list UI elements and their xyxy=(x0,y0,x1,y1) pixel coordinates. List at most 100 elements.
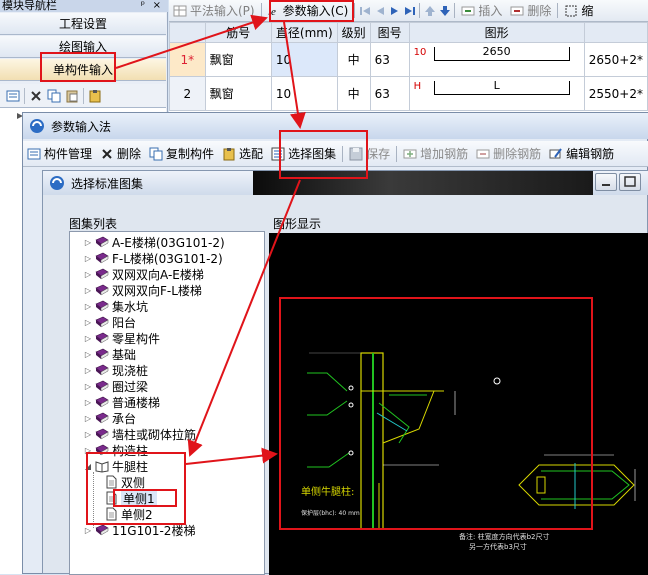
expand-icon[interactable]: ▷ xyxy=(84,350,92,359)
edit-rebar-label: 编辑钢筋 xyxy=(566,147,615,161)
close-icon[interactable]: × xyxy=(153,0,161,12)
expand-icon[interactable]: ▷ xyxy=(84,446,92,455)
tree-label: 双侧 xyxy=(121,475,146,490)
cell-figure[interactable]: 63 xyxy=(369,42,410,77)
pin-icon[interactable]: ᵖ xyxy=(141,0,145,12)
cell-name[interactable]: 飘窗 xyxy=(204,42,272,77)
row-number[interactable]: 2 xyxy=(169,76,206,111)
tree-node[interactable]: ▷ 零星构件 xyxy=(84,330,160,346)
insert-button[interactable]: 插入 xyxy=(457,1,506,21)
col-header[interactable]: 图形 xyxy=(408,22,585,43)
tree-node[interactable]: ▷ 双网双向A-E楼梯 xyxy=(84,266,204,282)
expand-icon[interactable]: ▷ xyxy=(84,238,92,247)
tree-guide-line xyxy=(93,472,94,528)
tree-node[interactable]: ▷ A-E楼梯(03G101-2) xyxy=(84,234,225,250)
expand-icon[interactable]: ▷ xyxy=(84,526,92,535)
corbel-drawing xyxy=(307,352,636,530)
tree-node[interactable]: ▷ 墙柱或砌体拉筋 xyxy=(84,426,196,442)
save-icon xyxy=(349,147,363,160)
expand-icon[interactable]: ▷ xyxy=(84,334,92,343)
tree-node[interactable]: ▷ 圈过梁 xyxy=(84,378,148,394)
match-button[interactable]: 选配 xyxy=(218,143,267,165)
nav-single-member-input[interactable]: 单构件输入 xyxy=(0,59,166,81)
expand-icon[interactable]: ▷ xyxy=(84,430,92,439)
expand-icon[interactable]: ▷ xyxy=(84,366,92,375)
copy-icon[interactable] xyxy=(47,89,61,103)
drawing-canvas[interactable]: 单侧牛腿柱: 保护层(bhc): 40 mm 备注: 柱宽度方向代表b2尺寸 另… xyxy=(269,233,648,575)
tree-leaf[interactable]: 双侧 xyxy=(104,474,145,490)
col-header[interactable]: 直径(mm) xyxy=(270,22,338,43)
tree-node[interactable]: ▷ 构造柱 xyxy=(84,442,148,458)
table-row[interactable]: 2 飘窗 10 中 63 H L 2550+2* xyxy=(169,76,648,111)
collapse-icon[interactable]: ◢ xyxy=(84,462,92,471)
first-icon[interactable] xyxy=(357,3,372,18)
next-icon[interactable] xyxy=(387,3,402,18)
tree-node[interactable]: ▷ 集水坑 xyxy=(84,298,148,314)
col-header[interactable]: 图号 xyxy=(369,22,410,43)
delete-rebar-button[interactable]: 删除钢筋 xyxy=(472,143,545,165)
col-header[interactable]: 筋号 xyxy=(204,22,272,43)
select-atlas-button[interactable]: 选择图集 xyxy=(267,143,340,165)
tree-node[interactable]: ▷ 承台 xyxy=(84,410,136,426)
cell-diameter[interactable]: 10 xyxy=(270,76,338,111)
copy-member-button[interactable]: 复制构件 xyxy=(145,143,218,165)
delete-button[interactable]: 删除 xyxy=(96,143,145,165)
cell-shape[interactable]: 10 2650 xyxy=(408,42,585,77)
cell-name[interactable]: 飘窗 xyxy=(204,76,272,111)
tree-leaf[interactable]: 单侧1 xyxy=(104,489,157,507)
scale-button[interactable]: 缩 xyxy=(560,1,597,21)
tree-node[interactable]: ▷ 阳台 xyxy=(84,314,136,330)
paste-icon[interactable] xyxy=(65,89,79,103)
move-up-icon[interactable] xyxy=(422,3,437,18)
separator xyxy=(354,3,356,18)
expand-icon[interactable]: ▷ xyxy=(84,414,92,423)
prev-icon[interactable] xyxy=(372,3,387,18)
expand-icon[interactable]: ▷ xyxy=(84,382,92,391)
delete-icon[interactable] xyxy=(29,89,43,103)
expand-icon[interactable]: ▷ xyxy=(84,286,92,295)
row-number[interactable]: 1* xyxy=(169,42,206,77)
cell-grade[interactable]: 中 xyxy=(336,76,371,111)
expand-icon[interactable]: ▷ xyxy=(84,398,92,407)
delete-row-button[interactable]: 删除 xyxy=(506,1,555,21)
tree-leaf[interactable]: 单侧2 xyxy=(104,506,153,522)
tree-node[interactable]: ▷ 11G101-2楼梯 xyxy=(84,522,196,538)
member-manage-button[interactable]: 构件管理 xyxy=(23,143,96,165)
tree-node[interactable]: ▷ 现浇桩 xyxy=(84,362,148,378)
expand-icon[interactable]: ▷ xyxy=(84,254,92,263)
save-button[interactable]: 保存 xyxy=(345,143,394,165)
dialog-titlebar[interactable]: 参数输入法 xyxy=(23,113,648,139)
cell-diameter[interactable]: 10 xyxy=(270,42,338,77)
clipboard-icon[interactable] xyxy=(88,89,102,103)
last-icon[interactable] xyxy=(402,3,417,18)
cell-shape[interactable]: H L xyxy=(408,76,585,111)
param-input-button[interactable]: le 参数输入(C) xyxy=(264,1,353,21)
cell-grade[interactable]: 中 xyxy=(336,42,371,77)
cell-figure[interactable]: 63 xyxy=(369,76,410,111)
insert-label: 插入 xyxy=(478,4,503,18)
tree-node[interactable]: ▷ 双网双向F-L楼梯 xyxy=(84,282,202,298)
minimize-button[interactable] xyxy=(595,173,617,191)
col-header[interactable]: 级别 xyxy=(336,22,371,43)
tree-label: 墙柱或砌体拉筋 xyxy=(112,427,197,442)
drawing-note-2: 另一方代表b3尺寸 xyxy=(469,542,527,551)
cell-calc[interactable]: 2650+2* xyxy=(583,42,648,77)
tree-node[interactable]: ▷ F-L楼梯(03G101-2) xyxy=(84,250,223,266)
move-down-icon[interactable] xyxy=(437,3,452,18)
book-icon xyxy=(95,348,109,360)
cell-calc[interactable]: 2550+2* xyxy=(583,76,648,111)
table-row[interactable]: 1* 飘窗 10 中 63 10 2650 2650+2* xyxy=(169,42,648,77)
list-icon[interactable] xyxy=(6,89,20,103)
expand-icon[interactable]: ▷ xyxy=(84,270,92,279)
tree-node[interactable]: ▷ 普通楼梯 xyxy=(84,394,160,410)
expand-icon[interactable]: ▷ xyxy=(84,318,92,327)
add-rebar-button[interactable]: 增加钢筋 xyxy=(399,143,472,165)
plane-input-button[interactable]: 平法输入(P) xyxy=(169,1,259,21)
nav-drawing-input[interactable]: 绘图输入 xyxy=(0,36,166,58)
maximize-button[interactable] xyxy=(619,173,641,191)
edit-rebar-button[interactable]: 编辑钢筋 xyxy=(545,143,618,165)
nav-project-settings[interactable]: 工程设置 xyxy=(0,13,166,35)
dialog-toolbar: 构件管理 删除 复制构件 选配 选择图集 保存 增加钢筋 删除钢筋 编辑钢筋 xyxy=(23,141,648,167)
expand-icon[interactable]: ▷ xyxy=(84,302,92,311)
tree-node[interactable]: ▷ 基础 xyxy=(84,346,136,362)
